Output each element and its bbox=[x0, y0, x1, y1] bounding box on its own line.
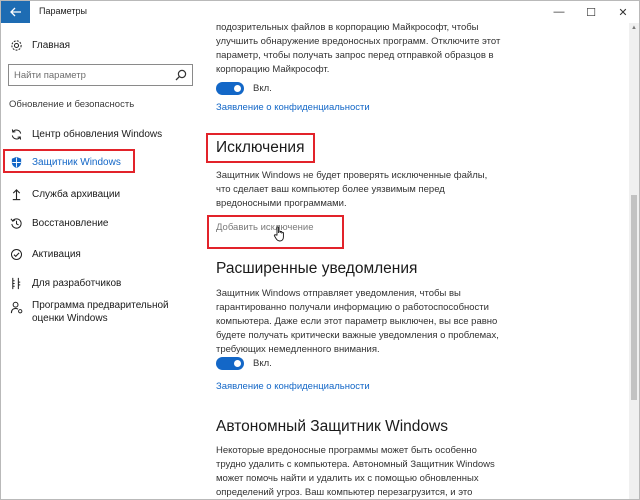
highlight-box bbox=[3, 149, 135, 173]
backup-arrow-icon bbox=[9, 187, 23, 201]
search-input[interactable] bbox=[14, 66, 174, 84]
developer-tools-icon bbox=[9, 276, 23, 290]
minimize-button[interactable]: — bbox=[543, 1, 575, 23]
exclusions-description: Защитник Windows не будет проверять искл… bbox=[216, 170, 488, 209]
enhanced-notifications-description: Защитник Windows отправляет уведомления,… bbox=[216, 288, 499, 355]
back-button[interactable] bbox=[1, 1, 30, 23]
hand-cursor-icon bbox=[273, 226, 284, 242]
sidebar-item-developers[interactable]: Для разработчиков bbox=[9, 274, 121, 292]
sidebar-item-recovery[interactable]: Восстановление bbox=[9, 214, 109, 232]
privacy-statement-link[interactable]: Заявление о конфиденциальности bbox=[216, 102, 370, 113]
scroll-thumb[interactable] bbox=[631, 195, 637, 400]
sample-submission-description: подозрительных файлов в корпорацию Майкр… bbox=[216, 23, 501, 75]
maximize-icon: ☐ bbox=[586, 6, 596, 19]
enhanced-notifications-title: Расширенные уведомления bbox=[216, 260, 418, 277]
minimize-icon: — bbox=[553, 6, 565, 18]
search-box[interactable] bbox=[8, 64, 193, 86]
sidebar-item-windows-update[interactable]: Центр обновления Windows bbox=[9, 125, 162, 143]
search-icon bbox=[175, 69, 187, 81]
sample-submission-toggle[interactable] bbox=[216, 81, 244, 95]
highlight-box bbox=[206, 133, 315, 163]
sidebar-item-label: Центр обновления Windows bbox=[32, 128, 163, 140]
sidebar-item-backup[interactable]: Служба архивации bbox=[9, 185, 120, 203]
toggle-state-label: Вкл. bbox=[253, 82, 272, 94]
person-icon bbox=[9, 300, 23, 314]
sidebar-item-label: Восстановление bbox=[32, 217, 109, 229]
settings-window: Параметры — ☐ ✕ Главная Найти параметр О… bbox=[0, 0, 640, 500]
sidebar-item-label: Программа предварительной оценки Windows bbox=[32, 300, 169, 324]
toggle-state-label: Вкл. bbox=[253, 357, 272, 369]
offline-defender-title: Автономный Защитник Windows bbox=[216, 418, 448, 435]
sync-icon bbox=[9, 127, 23, 141]
sidebar-item-label: Для разработчиков bbox=[32, 277, 122, 289]
sidebar-item-insider-program[interactable]: Программа предварительной оценки Windows bbox=[9, 299, 202, 329]
check-circle-icon bbox=[9, 247, 23, 261]
enhanced-notifications-toggle[interactable] bbox=[216, 356, 244, 370]
history-icon bbox=[9, 216, 23, 230]
toggle-knob bbox=[234, 359, 241, 367]
window-title: Параметры bbox=[39, 6, 87, 16]
arrow-left-icon bbox=[9, 7, 21, 17]
sidebar-item-label: Главная bbox=[32, 39, 71, 51]
main-content: подозрительных файлов в корпорацию Майкр… bbox=[201, 23, 629, 499]
enhanced-notifications-toggle-row: Вкл. bbox=[216, 356, 272, 370]
sample-submission-toggle-row: Вкл. bbox=[216, 81, 272, 95]
offline-defender-description: Некоторые вредоносные программы может бы… bbox=[216, 445, 495, 498]
sidebar-item-label: Служба архивации bbox=[32, 188, 121, 200]
sidebar-item-home[interactable]: Главная bbox=[9, 37, 70, 53]
sidebar: Главная Обновление и безопасность Центр … bbox=[1, 23, 201, 499]
gear-icon bbox=[9, 38, 23, 52]
sidebar-item-activation[interactable]: Активация bbox=[9, 245, 81, 263]
sidebar-item-label: Активация bbox=[32, 248, 81, 260]
vertical-scrollbar[interactable]: ▲ bbox=[629, 23, 639, 499]
close-button[interactable]: ✕ bbox=[607, 1, 639, 23]
title-bar: Параметры — ☐ ✕ bbox=[1, 1, 639, 23]
privacy-statement-link[interactable]: Заявление о конфиденциальности bbox=[216, 381, 370, 392]
scroll-up-arrow-icon[interactable]: ▲ bbox=[629, 23, 639, 33]
close-icon: ✕ bbox=[618, 6, 628, 19]
maximize-button[interactable]: ☐ bbox=[575, 1, 607, 23]
sidebar-section-heading: Обновление и безопасность bbox=[9, 99, 135, 110]
toggle-knob bbox=[234, 84, 241, 92]
